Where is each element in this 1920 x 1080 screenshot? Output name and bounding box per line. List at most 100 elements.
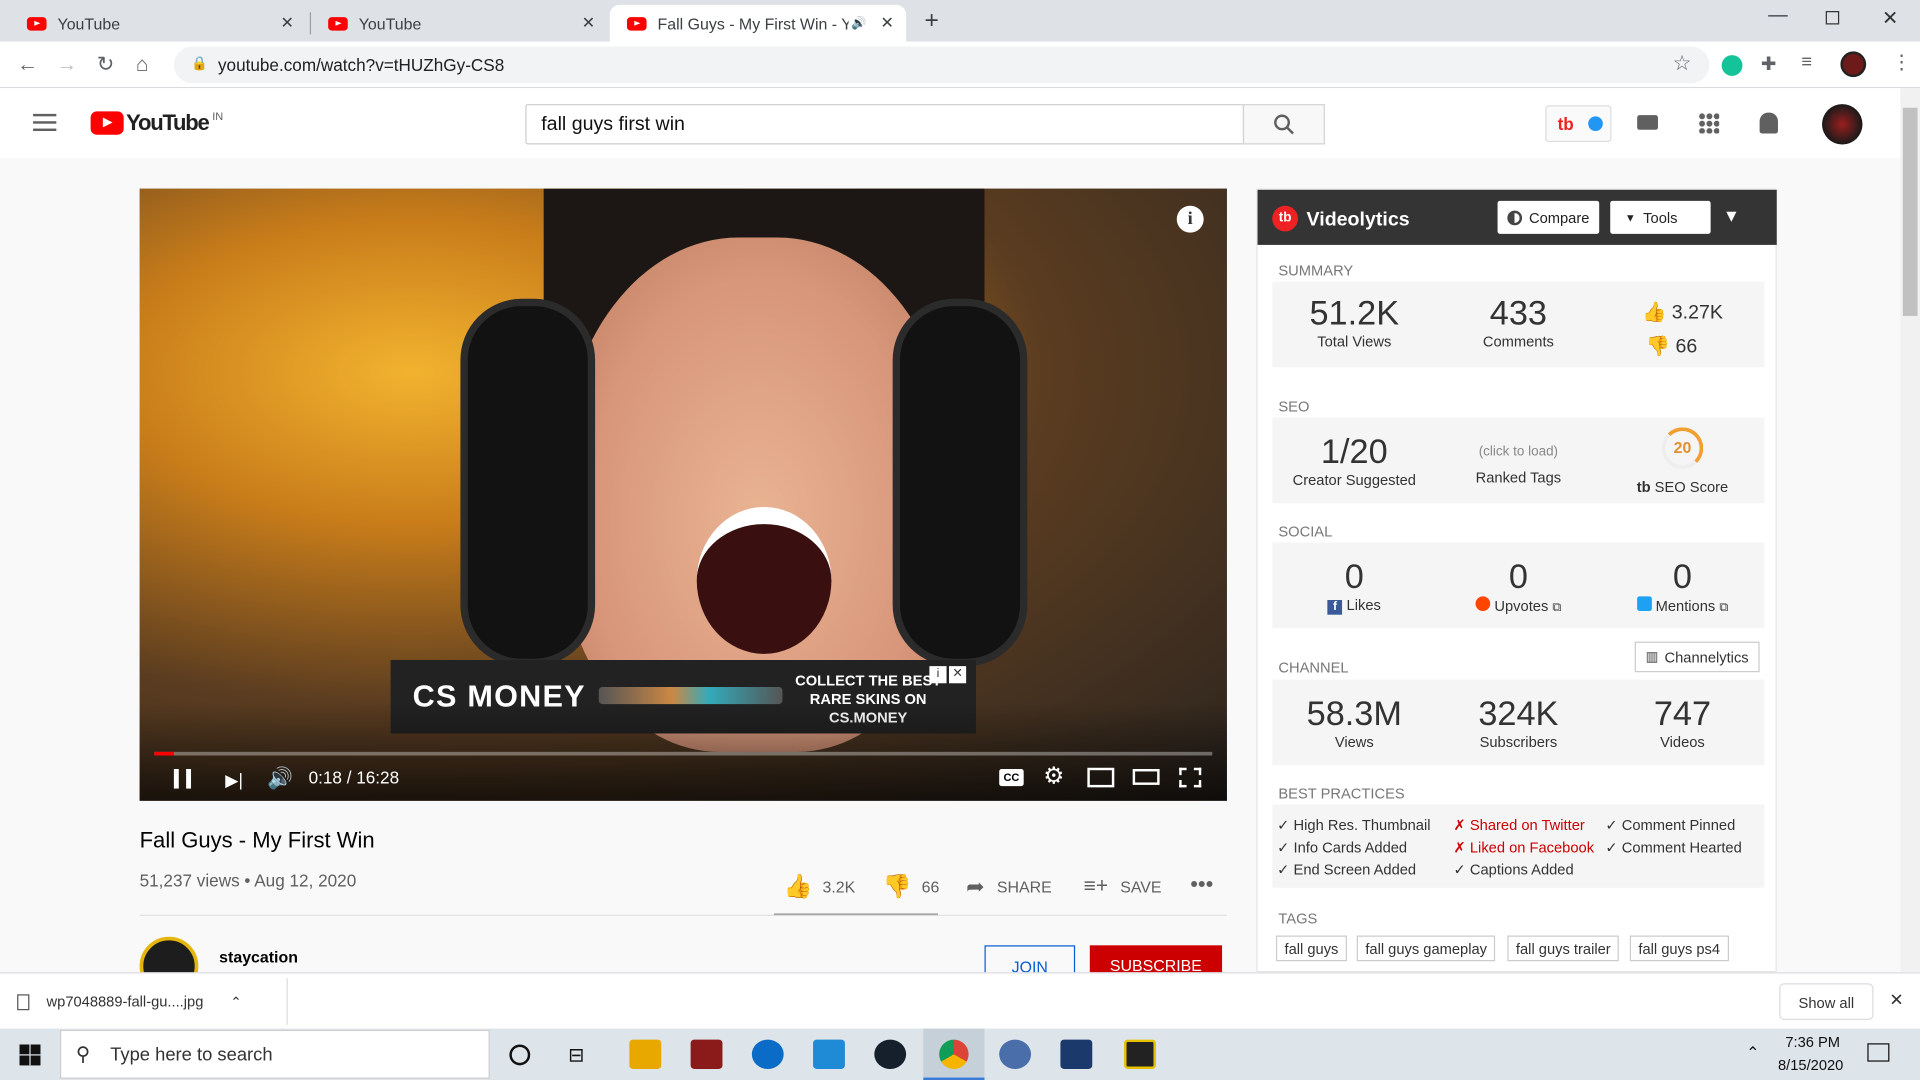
chrome-profile-icon[interactable] xyxy=(999,1039,1032,1069)
twitter-mentions-link[interactable]: Mentions ⧉ xyxy=(1600,596,1764,615)
channel-name[interactable]: staycation xyxy=(219,948,298,966)
info-icon[interactable]: i xyxy=(1176,205,1204,233)
video-meta: Fall Guys - My First Win 51,237 views • … xyxy=(139,823,1227,996)
videolytics-panel: tb Videolytics Compare ▼ Tools ▼ SUMMARY… xyxy=(1256,188,1777,973)
settings-gear-icon[interactable]: ⚙ xyxy=(1043,763,1064,791)
reddit-upvotes-link[interactable]: Upvotes ⧉ xyxy=(1436,596,1600,615)
bp-item: ✓ End Screen Added xyxy=(1277,860,1417,878)
tag-chip[interactable]: fall guys ps4 xyxy=(1629,935,1729,962)
share-button[interactable]: ➦ SHARE xyxy=(966,874,1052,900)
bp-item-fail: ✗ Liked on Facebook xyxy=(1453,838,1595,856)
task-view-icon[interactable]: ⊟ xyxy=(568,1043,584,1067)
file-explorer-icon[interactable] xyxy=(629,1039,662,1069)
bookmark-star-icon[interactable]: ☆ xyxy=(1673,51,1692,75)
tag-chip[interactable]: fall guys trailer xyxy=(1507,935,1620,962)
notifications-bell-icon[interactable] xyxy=(1759,112,1778,134)
close-tab-icon[interactable]: ✕ xyxy=(281,13,294,33)
back-icon[interactable]: ← xyxy=(17,53,38,77)
download-item[interactable]: wp7048889-fall-gu....jpg ⌃ xyxy=(17,983,286,1020)
scrollbar-thumb[interactable] xyxy=(1902,107,1918,316)
youtube-logo[interactable]: YouTube IN xyxy=(90,110,223,136)
tubebuddy-logo-icon: tb xyxy=(1272,205,1298,232)
profile-avatar[interactable] xyxy=(1840,51,1867,78)
extensions-puzzle-icon[interactable]: ✚ xyxy=(1761,53,1776,75)
browser-tab[interactable]: YouTube ✕ xyxy=(10,5,306,42)
seo-score-label: SEO Score xyxy=(1654,478,1729,496)
total-views-label: Total Views xyxy=(1317,333,1392,351)
game-app-icon[interactable] xyxy=(690,1039,723,1069)
save-button[interactable]: ≡+ SAVE xyxy=(1084,874,1162,898)
theater-mode-icon[interactable] xyxy=(1132,768,1160,785)
window-close-button[interactable]: ✕ xyxy=(1882,6,1898,30)
tools-button[interactable]: ▼ Tools xyxy=(1610,200,1711,234)
progress-track[interactable] xyxy=(154,751,1213,756)
ad-close-icon[interactable]: ✕ xyxy=(948,666,967,684)
audio-playing-icon[interactable]: 🔊 xyxy=(851,17,866,30)
reload-icon[interactable]: ↻ xyxy=(97,53,114,77)
address-bar[interactable]: 🔒 youtube.com/watch?v=tHUZhGy-CS8 ☆ xyxy=(173,46,1710,84)
tag-chip[interactable]: fall guys gameplay xyxy=(1356,935,1496,962)
next-icon[interactable]: ▶| xyxy=(225,770,243,791)
search-input[interactable]: fall guys first win xyxy=(525,104,1245,145)
close-tab-icon[interactable]: ✕ xyxy=(881,13,894,33)
like-button[interactable]: 👍 3.2K xyxy=(784,872,856,901)
ranked-tags-cell[interactable]: (click to load) Ranked Tags xyxy=(1436,444,1600,486)
show-all-button[interactable]: Show all xyxy=(1779,983,1874,1021)
tag-chip[interactable]: fall guys xyxy=(1275,935,1347,962)
youtube-favicon-icon xyxy=(26,16,47,31)
tubebuddy-extension-button[interactable]: tb xyxy=(1545,105,1612,143)
grammarly-extension-icon[interactable] xyxy=(1721,55,1743,76)
steam-icon[interactable] xyxy=(874,1039,907,1069)
hamburger-menu-icon[interactable] xyxy=(33,113,57,132)
chrome-taskbar-active[interactable] xyxy=(923,1028,985,1080)
close-tab-icon[interactable]: ✕ xyxy=(582,13,595,33)
video-frame-mouth xyxy=(696,506,832,654)
miniplayer-icon[interactable] xyxy=(1087,767,1115,788)
thumbs-up-icon: 👍 xyxy=(783,874,813,901)
captions-icon[interactable]: CC xyxy=(999,768,1024,787)
account-avatar[interactable] xyxy=(1822,104,1863,145)
browser-tab[interactable]: YouTube ✕ xyxy=(311,5,607,42)
taskbar-search-box[interactable]: ⚲ Type here to search xyxy=(60,1029,490,1079)
new-tab-button[interactable]: + xyxy=(924,7,938,35)
browser-tab-active[interactable]: Fall Guys - My First Win - YouTube 🔊 ✕ xyxy=(609,4,907,42)
clock-date[interactable]: 8/15/2020 xyxy=(1778,1057,1843,1074)
youtube-play-logo-icon xyxy=(90,111,124,135)
tray-chevron-up-icon[interactable]: ⌃ xyxy=(1746,1043,1759,1063)
cortana-icon[interactable] xyxy=(509,1044,531,1066)
windows-start-icon[interactable] xyxy=(19,1044,41,1066)
restore-button[interactable] xyxy=(1825,11,1840,25)
volume-icon[interactable]: 🔊 xyxy=(267,767,293,791)
pause-icon[interactable] xyxy=(173,768,192,789)
video-player[interactable]: i CS MONEY COLLECT THE BEST RARE SKINS O… xyxy=(139,188,1227,801)
create-video-icon[interactable] xyxy=(1637,115,1658,130)
fullscreen-icon[interactable] xyxy=(1179,767,1202,788)
dislike-button[interactable]: 👎 66 xyxy=(883,872,939,901)
ad-info-icon[interactable]: i xyxy=(929,666,947,684)
playlist-add-icon: ≡+ xyxy=(1083,874,1109,898)
videos-value: 747 xyxy=(1653,694,1712,733)
media-player-icon[interactable] xyxy=(1124,1039,1156,1069)
compare-button[interactable]: Compare xyxy=(1497,200,1600,234)
edge-browser-icon[interactable] xyxy=(751,1039,784,1069)
more-actions-icon[interactable]: ••• xyxy=(1190,872,1213,898)
clock-time[interactable]: 7:36 PM xyxy=(1785,1033,1840,1050)
search-icon: ⚲ xyxy=(75,1044,91,1066)
channelytics-button[interactable]: ▥ Channelytics xyxy=(1634,641,1760,673)
browser-menu-icon[interactable]: ⋮ xyxy=(1892,50,1912,74)
comments-value: 433 xyxy=(1489,293,1547,332)
page-scrollbar[interactable] xyxy=(1900,88,1920,973)
vscode-icon[interactable] xyxy=(813,1039,845,1069)
minimize-button[interactable]: — xyxy=(1768,5,1788,27)
file-icon xyxy=(17,993,30,1010)
chevron-up-icon[interactable]: ⌃ xyxy=(230,994,241,1010)
action-center-icon[interactable] xyxy=(1867,1043,1890,1062)
panel-collapse-caret-icon[interactable]: ▼ xyxy=(1723,206,1740,226)
search-button[interactable] xyxy=(1242,104,1325,145)
forward-icon[interactable]: → xyxy=(56,53,77,77)
battle-net-icon[interactable] xyxy=(1060,1039,1093,1069)
media-queue-icon[interactable]: ≡ xyxy=(1801,51,1812,72)
home-icon[interactable]: ⌂ xyxy=(136,53,149,77)
close-download-bar-icon[interactable]: ✕ xyxy=(1889,989,1903,1010)
apps-grid-icon[interactable] xyxy=(1698,112,1720,134)
